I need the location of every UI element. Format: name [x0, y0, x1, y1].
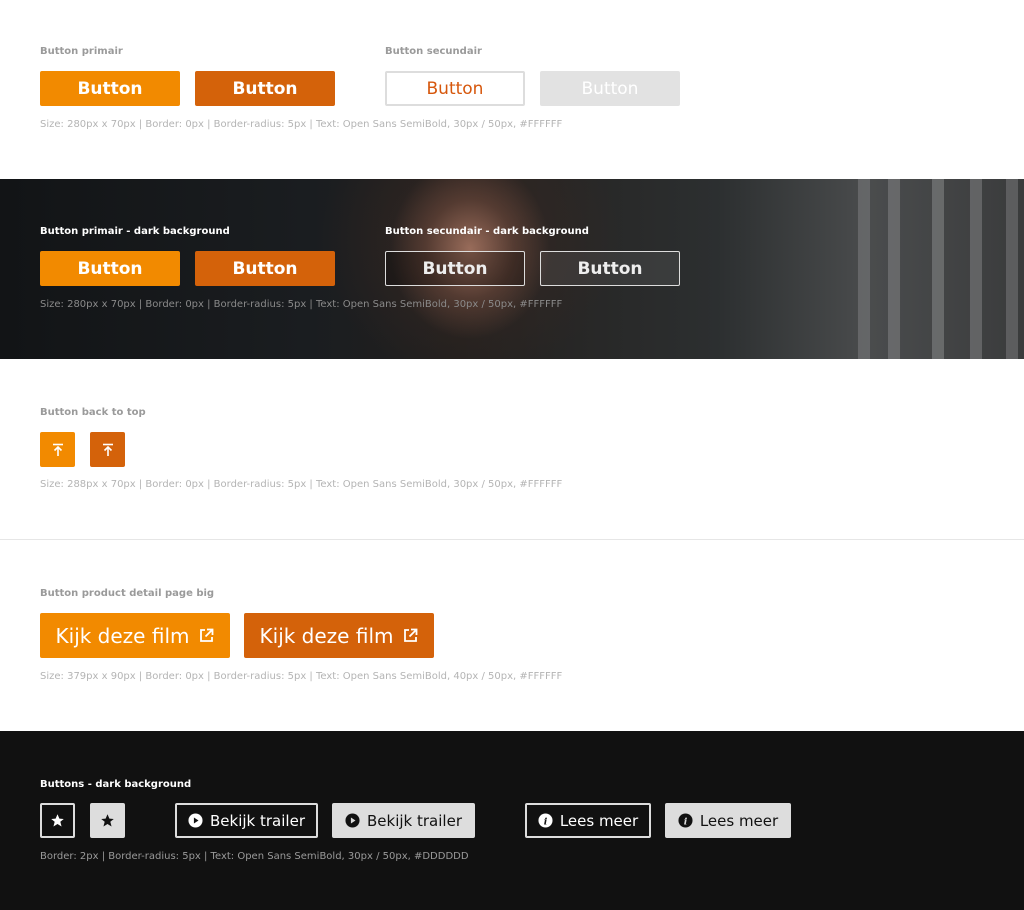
- bar-decoration: [858, 179, 870, 359]
- section-primary: Button primair Button secundair Button B…: [0, 0, 1024, 179]
- bar-decoration: [970, 179, 982, 359]
- secondary-title: Button secundair: [385, 46, 482, 57]
- dark-secondary-button[interactable]: Button: [385, 251, 525, 286]
- external-link-icon: [404, 628, 418, 642]
- trailer-button[interactable]: Bekijk trailer: [175, 803, 318, 838]
- buttons-dark-spec: Border: 2px | Border-radius: 5px | Text:…: [40, 851, 469, 862]
- dark-primary-title: Button primair - dark background: [40, 226, 230, 237]
- play-icon: [188, 813, 203, 828]
- section-buttons-dark: Buttons - dark background Bekijk trailer…: [0, 731, 1024, 910]
- star-icon: [101, 814, 114, 827]
- favorite-button-active[interactable]: [90, 803, 125, 838]
- buttons-dark-title: Buttons - dark background: [40, 779, 192, 790]
- dark-secondary-button-hover[interactable]: Button: [540, 251, 680, 286]
- dark-secondary-title: Button secundair - dark background: [385, 226, 589, 237]
- favorite-button[interactable]: [40, 803, 75, 838]
- secondary-button-disabled[interactable]: Button: [540, 71, 680, 106]
- back-to-top-title: Button back to top: [40, 407, 146, 418]
- info-icon: i: [678, 813, 693, 828]
- back-to-top-button[interactable]: [40, 432, 75, 467]
- section-dark: Button primair - dark background Button …: [0, 179, 1024, 359]
- more-info-button-active[interactable]: i Lees meer: [665, 803, 791, 838]
- primary-button-hover[interactable]: Button: [195, 71, 335, 106]
- trailer-button-active[interactable]: Bekijk trailer: [332, 803, 475, 838]
- product-detail-title: Button product detail page big: [40, 588, 215, 599]
- primary-spec: Size: 280px x 70px | Border: 0px | Borde…: [40, 119, 563, 130]
- bar-decoration: [932, 179, 944, 359]
- star-icon: [51, 814, 64, 827]
- bar-decoration: [888, 179, 900, 359]
- svg-text:i: i: [544, 816, 548, 827]
- section-product-detail: Button product detail page big Kijk deze…: [0, 540, 1024, 731]
- play-icon: [345, 813, 360, 828]
- bar-decoration: [1006, 179, 1018, 359]
- svg-text:i: i: [684, 816, 688, 827]
- back-to-top-spec: Size: 288px x 70px | Border: 0px | Borde…: [40, 479, 563, 490]
- primary-button[interactable]: Button: [40, 71, 180, 106]
- more-info-label: Lees meer: [559, 811, 639, 830]
- watch-film-label: Kijk deze film: [55, 623, 190, 648]
- more-info-label: Lees meer: [699, 811, 779, 830]
- watch-film-label: Kijk deze film: [259, 623, 394, 648]
- watch-film-button[interactable]: Kijk deze film: [40, 613, 230, 658]
- arrow-up-icon: [52, 443, 63, 456]
- dark-primary-button-hover[interactable]: Button: [195, 251, 335, 286]
- watch-film-button-hover[interactable]: Kijk deze film: [244, 613, 434, 658]
- trailer-label: Bekijk trailer: [367, 811, 462, 830]
- external-link-icon: [200, 628, 214, 642]
- info-icon: i: [538, 813, 553, 828]
- back-to-top-button-hover[interactable]: [90, 432, 125, 467]
- secondary-button[interactable]: Button: [385, 71, 525, 106]
- product-detail-spec: Size: 379px x 90px | Border: 0px | Borde…: [40, 671, 563, 682]
- section-back-to-top: Button back to top Size: 288px x 70px | …: [0, 359, 1024, 540]
- arrow-up-icon: [102, 443, 113, 456]
- dark-primary-button[interactable]: Button: [40, 251, 180, 286]
- dark-spec: Size: 280px x 70px | Border: 0px | Borde…: [40, 299, 563, 310]
- primary-title: Button primair: [40, 46, 123, 57]
- more-info-button[interactable]: i Lees meer: [525, 803, 651, 838]
- trailer-label: Bekijk trailer: [210, 811, 305, 830]
